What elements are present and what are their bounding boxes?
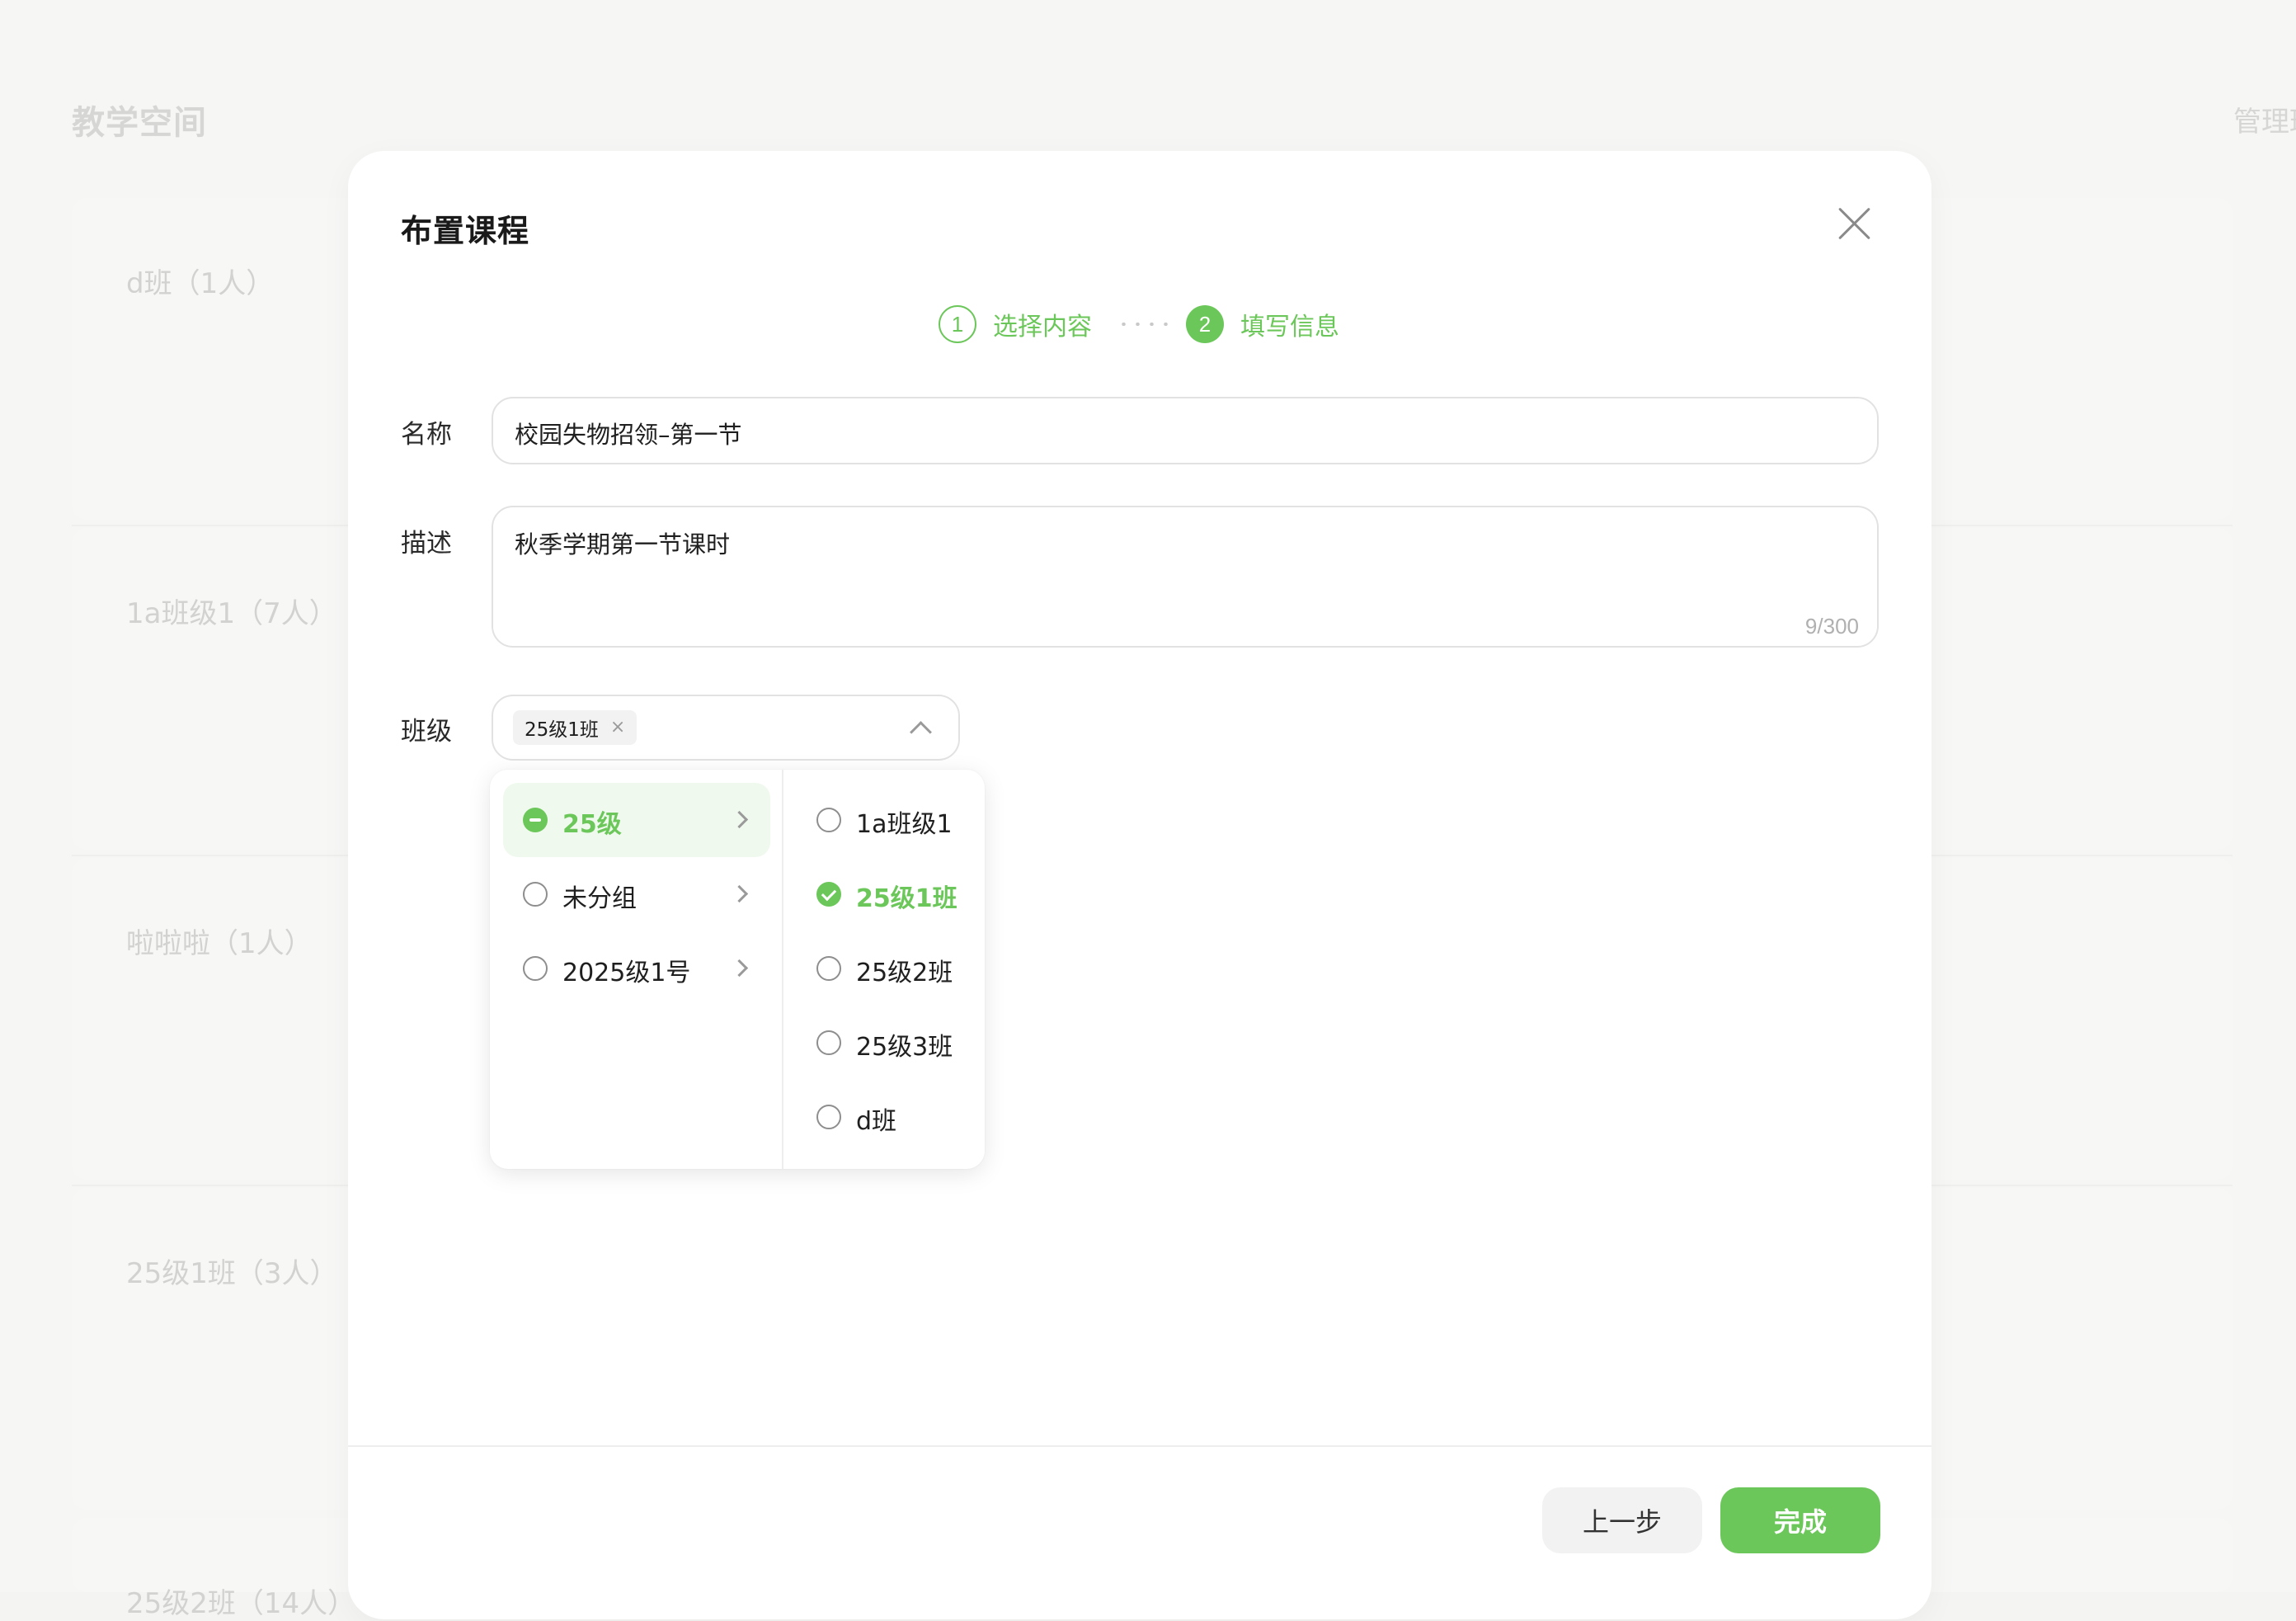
description-field[interactable]: 秋季学期第一节课时 9/300 bbox=[492, 506, 1879, 648]
cascader-option-25[interactable]: 25级 bbox=[503, 783, 770, 857]
class-group-label: d班（1人） bbox=[126, 267, 275, 300]
cascader-option-label: 25级1班 bbox=[856, 884, 957, 913]
cascader-child-option[interactable]: 25级2班 bbox=[797, 931, 975, 1006]
check-circle-icon[interactable] bbox=[816, 882, 841, 907]
radio-icon[interactable] bbox=[816, 1030, 841, 1055]
cascader-child-option[interactable]: 1a班级1 bbox=[797, 783, 975, 857]
tag-label: 25级1班 bbox=[525, 719, 599, 741]
radio-icon[interactable] bbox=[816, 808, 841, 832]
chevron-right-icon bbox=[730, 810, 749, 829]
footer-divider bbox=[348, 1445, 1931, 1447]
class-label: 班级 bbox=[401, 717, 452, 747]
cascader-option-label: 25级 bbox=[562, 810, 622, 839]
radio-icon[interactable] bbox=[523, 956, 548, 981]
step-1-number: 1 bbox=[939, 305, 976, 343]
partial-check-icon[interactable] bbox=[523, 808, 548, 832]
class-group-label: 25级1班（3人） bbox=[126, 1257, 338, 1290]
description-label: 描述 bbox=[401, 529, 452, 558]
assign-course-modal: 布置课程 1 选择内容 2 填写信息 名称 校园失物招领–第一节 描述 秋季学期… bbox=[348, 151, 1931, 1619]
previous-step-button[interactable]: 上一步 bbox=[1542, 1487, 1702, 1553]
name-value: 校园失物招领–第一节 bbox=[515, 421, 742, 449]
cascader-child-option[interactable]: 25级1班 bbox=[797, 857, 975, 931]
name-label: 名称 bbox=[401, 420, 452, 450]
finish-button[interactable]: 完成 bbox=[1720, 1487, 1880, 1553]
radio-icon[interactable] bbox=[816, 956, 841, 981]
chevron-right-icon bbox=[730, 959, 749, 978]
radio-icon[interactable] bbox=[816, 1105, 841, 1129]
cascader-option-2025[interactable]: 2025级1号 bbox=[503, 931, 770, 1006]
class-group-label: 啦啦啦（1人） bbox=[126, 927, 313, 960]
cascader-child-option[interactable]: 25级3班 bbox=[797, 1006, 975, 1080]
class-group-label: 1a班级1（7人） bbox=[126, 597, 337, 630]
cascader-child-column: 1a班级1 25级1班 25级2班 25级3班 d班 bbox=[783, 770, 985, 1169]
radio-icon[interactable] bbox=[523, 882, 548, 907]
class-select[interactable]: 25级1班 × bbox=[492, 695, 960, 761]
cascader-option-label: 未分组 bbox=[562, 884, 637, 913]
name-field[interactable]: 校园失物招领–第一节 bbox=[492, 397, 1879, 464]
character-counter: 9/300 bbox=[1804, 614, 1859, 639]
class-cascader-dropdown: 25级 未分组 2025级1号 1a班级1 25级1班 25级2班 25级3班 … bbox=[490, 770, 985, 1169]
cascader-option-label: 25级3班 bbox=[856, 1033, 953, 1062]
step-2-label: 填写信息 bbox=[1240, 313, 1339, 342]
cascader-option-label: 1a班级1 bbox=[856, 810, 953, 839]
description-value: 秋季学期第一节课时 bbox=[515, 530, 731, 558]
chevron-up-icon[interactable] bbox=[910, 721, 932, 743]
cascader-child-option[interactable]: d班 bbox=[797, 1080, 975, 1154]
step-connector bbox=[1117, 323, 1173, 326]
modal-title: 布置课程 bbox=[401, 213, 530, 249]
stepper: 1 选择内容 2 填写信息 bbox=[939, 303, 1339, 346]
cascader-option-label: d班 bbox=[856, 1107, 897, 1136]
tag-remove-icon[interactable]: × bbox=[610, 719, 625, 737]
step-1-label: 选择内容 bbox=[993, 313, 1092, 342]
step-2-number: 2 bbox=[1186, 305, 1224, 343]
manage-classes-link: 管理班 bbox=[2233, 106, 2296, 139]
selected-class-tag: 25级1班 × bbox=[513, 710, 638, 745]
cascader-option-label: 25级2班 bbox=[856, 959, 953, 987]
cascader-option-ungrouped[interactable]: 未分组 bbox=[503, 857, 770, 931]
chevron-right-icon bbox=[730, 884, 749, 903]
class-group-label: 25级2班（14人） bbox=[126, 1587, 356, 1620]
cascader-parent-column: 25级 未分组 2025级1号 bbox=[490, 770, 783, 1169]
close-icon[interactable] bbox=[1837, 205, 1873, 242]
page-title: 教学空间 bbox=[72, 104, 207, 142]
cascader-option-label: 2025级1号 bbox=[562, 959, 691, 987]
